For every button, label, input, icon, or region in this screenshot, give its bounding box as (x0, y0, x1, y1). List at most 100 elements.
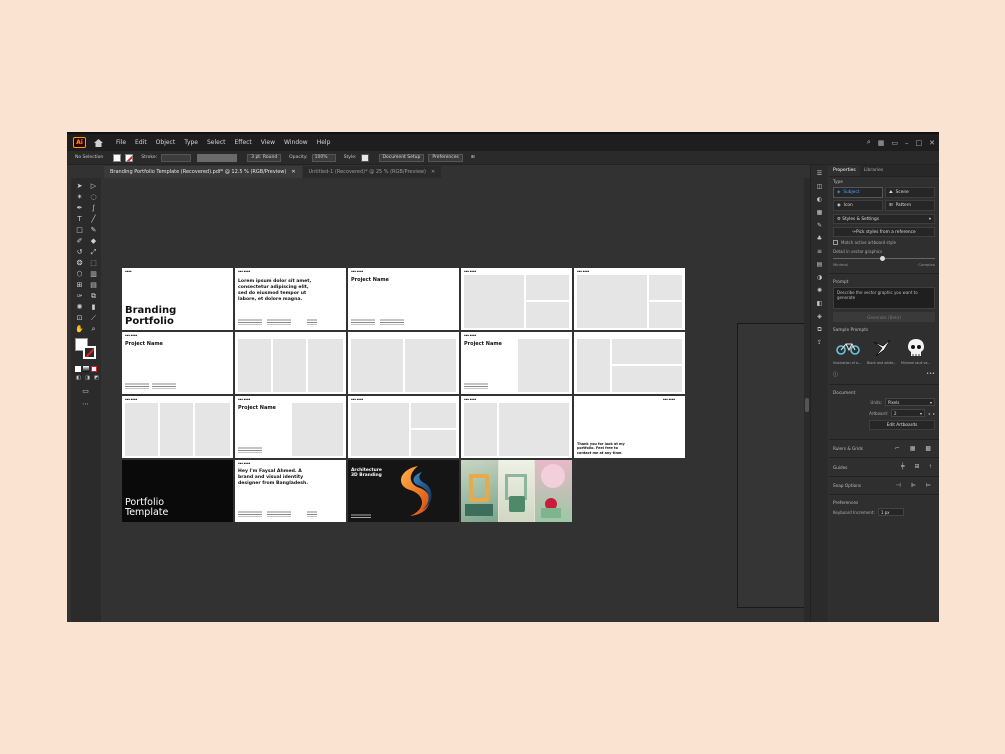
menu-effect[interactable]: Effect (235, 139, 252, 146)
direct-selection-tool-icon[interactable]: ▷ (87, 181, 100, 192)
lasso-icon[interactable]: ◌ (87, 192, 100, 203)
artboard-gallery-8[interactable]: ▪▪▪ ▪▪▪▪ (461, 396, 572, 458)
document-setup-button[interactable]: Document Setup (378, 153, 425, 162)
tab-libraries[interactable]: Libraries (860, 165, 887, 176)
transparency-icon[interactable]: ◑ (815, 273, 825, 282)
info-icon[interactable]: ⓘ (833, 371, 838, 378)
sample-prompt-2[interactable]: Black and white... (867, 335, 897, 365)
align-icon[interactable]: ⊞ (471, 155, 475, 160)
shaper-tool-icon[interactable]: ✐ (73, 236, 86, 247)
zoom-tool-icon[interactable]: ⌕ (87, 324, 100, 335)
artboard-gallery-4[interactable] (348, 332, 459, 394)
artboard-project-4[interactable]: ▪▪▪ ▪▪▪▪ Project Name (235, 396, 346, 458)
artboard-gallery-2[interactable]: ▪▪▪ ▪▪▪▪ (574, 268, 685, 330)
type-tool-icon[interactable]: T (73, 214, 86, 225)
scrollbar-thumb[interactable] (805, 398, 809, 412)
artboard-portfolio-template[interactable]: Portfolio Template (122, 460, 233, 522)
pattern-button[interactable]: ⊞ Pattern (885, 200, 935, 211)
gradient-icon[interactable]: ▤ (815, 260, 825, 269)
line-tool-icon[interactable]: ╱ (87, 214, 100, 225)
artboard-gallery-3[interactable] (235, 332, 346, 394)
draw-inside-icon[interactable]: ◩ (93, 375, 100, 382)
opacity-field[interactable]: 100% (311, 153, 336, 162)
magic-wand-icon[interactable]: ✶ (73, 192, 86, 203)
icon-button[interactable]: ◉ Icon (833, 200, 883, 211)
pick-styles-button[interactable]: ✑ Pick styles from a reference (833, 227, 935, 237)
artboard-gallery-1[interactable]: ▪▪▪ ▪▪▪▪ (461, 268, 572, 330)
menu-window[interactable]: Window (284, 139, 308, 146)
search-icon[interactable]: ⌕ (867, 138, 871, 147)
menu-view[interactable]: View (261, 139, 275, 146)
generate-button[interactable]: Generate (Beta) (833, 312, 935, 322)
scale-tool-icon[interactable]: ⤢ (87, 247, 100, 258)
artboard-project-3[interactable]: ▪▪▪ ▪▪▪▪ Project Name (461, 332, 572, 394)
tab-untitled-1[interactable]: Untitled-1 (Recovered)* @ 25 % (RGB/Prev… (302, 166, 442, 178)
stroke-swatch[interactable] (83, 346, 96, 359)
draw-behind-icon[interactable]: ◨ (84, 375, 91, 382)
artboard-gallery-6[interactable]: ▪▪▪ ▪▪▪▪ (122, 396, 233, 458)
selection-tool-icon[interactable]: ➤ (73, 181, 86, 192)
hand-tool-icon[interactable]: ✋ (73, 324, 86, 335)
eyedropper-icon[interactable]: ✑ (73, 291, 86, 302)
warp-tool-icon[interactable]: ❂ (73, 258, 86, 269)
gradient-icon[interactable] (83, 366, 89, 372)
pen-tool-icon[interactable]: ✒ (73, 203, 86, 214)
artboard-cover[interactable]: ▪▪▪▪ Branding Portfolio (122, 268, 233, 330)
paintbrush-icon[interactable]: ✎ (87, 225, 100, 236)
guide-icons[interactable]: ╪ ⊞ ⟊ (901, 463, 935, 471)
menu-object[interactable]: Object (156, 139, 176, 146)
symbols-icon[interactable]: ♣ (815, 234, 825, 243)
artboard-3d-shapes[interactable] (461, 460, 572, 522)
snap-icons[interactable]: ⊣ ⊫ ⊨ (896, 482, 936, 489)
gradient-tool-icon[interactable]: ▤ (87, 280, 100, 291)
menu-help[interactable]: Help (317, 139, 331, 146)
blend-tool-icon[interactable]: ⧉ (87, 291, 100, 302)
column-graph-icon[interactable]: ▮ (87, 302, 100, 313)
keyboard-increment-field[interactable]: 1 px (877, 508, 904, 516)
perspective-grid-icon[interactable]: ▥ (87, 269, 100, 280)
match-style-checkbox[interactable] (833, 240, 838, 245)
menu-type[interactable]: Type (184, 139, 198, 146)
layers-icon[interactable]: ◈ (815, 312, 825, 321)
close-icon[interactable]: ✕ (929, 139, 935, 147)
close-icon[interactable]: ✕ (291, 169, 295, 175)
symbol-sprayer-icon[interactable]: ✺ (73, 302, 86, 313)
variable-width-field[interactable] (197, 153, 238, 162)
artboard-gallery-5[interactable] (574, 332, 685, 394)
empty-artboard[interactable] (737, 323, 806, 608)
more-tools-icon[interactable]: ⋯ (79, 399, 92, 410)
next-artboard-icon[interactable]: ▸ (933, 411, 935, 416)
stroke-icon[interactable]: ≡ (815, 247, 825, 256)
properties-icon[interactable]: ☰ (815, 169, 825, 178)
arrange-icon[interactable]: ▭ (891, 139, 898, 147)
opacity-label[interactable]: Opacity: (289, 155, 308, 160)
artboard-project-2[interactable]: ▪▪▪ ▪▪▪▪ Project Name (122, 332, 233, 394)
fill-stroke-control[interactable] (75, 338, 101, 364)
sample-prompt-1[interactable]: Illustration of a... (833, 335, 863, 365)
preferences-button[interactable]: Preferences (428, 153, 463, 162)
brush-select[interactable]: 3 pt. Round (247, 153, 282, 162)
free-transform-icon[interactable]: ⬚ (87, 258, 100, 269)
subject-button[interactable]: ◈ Subject (833, 187, 883, 198)
fill-swatch[interactable] (113, 153, 122, 162)
maximize-icon[interactable]: □ (916, 139, 923, 147)
swatches-icon[interactable]: ▦ (815, 208, 825, 217)
menu-edit[interactable]: Edit (135, 139, 147, 146)
artboard-tool-icon[interactable]: ⊡ (73, 313, 86, 324)
minimize-icon[interactable]: – (905, 139, 909, 147)
slider-knob[interactable] (879, 256, 885, 261)
stroke-swatch[interactable] (125, 153, 134, 162)
eraser-icon[interactable]: ◆ (87, 236, 100, 247)
more-options-icon[interactable]: ••• (926, 371, 935, 378)
none-icon[interactable] (91, 366, 97, 372)
scene-button[interactable]: ⛰ Scene (885, 187, 935, 198)
rectangle-tool-icon[interactable]: □ (73, 225, 86, 236)
detail-slider[interactable] (833, 256, 935, 261)
artboard-gallery-7[interactable]: ▪▪▪ ▪▪▪▪ (348, 396, 459, 458)
artboard-thanks[interactable]: ▪▪▪ ▪▪▪▪ Thank you for look at my portfo… (574, 396, 685, 458)
color-icon[interactable]: ◐ (815, 195, 825, 204)
screen-mode-icon[interactable]: ▭ (79, 386, 92, 397)
previous-artboard-icon[interactable]: ◂ (928, 411, 930, 416)
tab-properties[interactable]: Properties (829, 165, 860, 176)
color-icon[interactable] (75, 366, 81, 372)
